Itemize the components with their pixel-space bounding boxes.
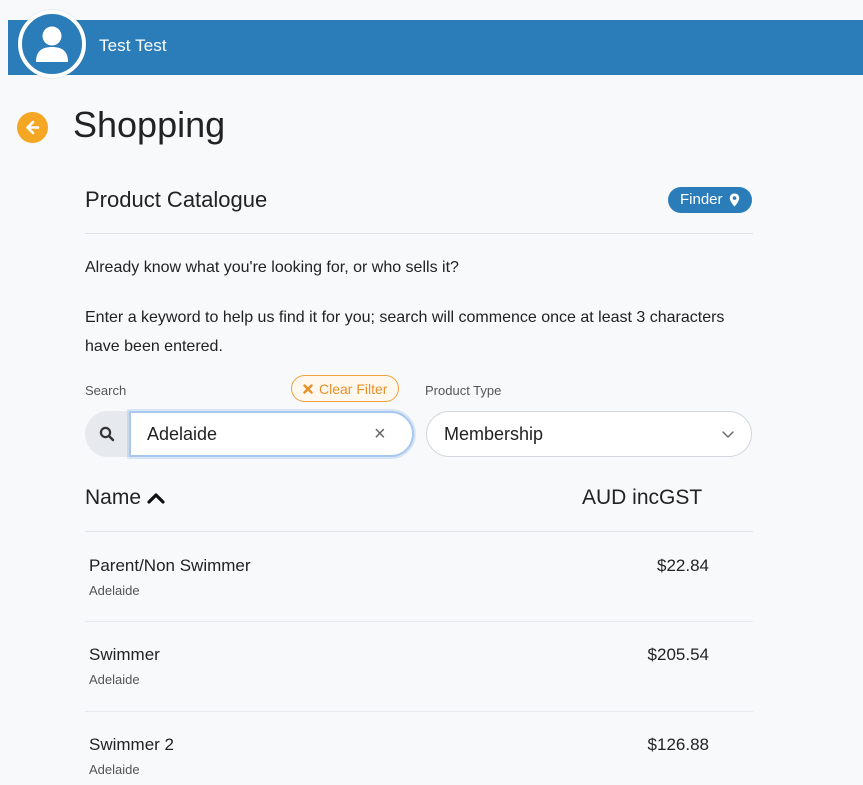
product-type-value: Membership	[444, 424, 544, 444]
product-name: Swimmer 2	[89, 735, 175, 754]
product-price: $205.54	[647, 645, 709, 664]
search-input[interactable]	[129, 411, 414, 457]
product-type-select[interactable]: Membership	[426, 411, 752, 457]
intro-instruction: Enter a keyword to help us find it for y…	[85, 309, 725, 355]
product-location: Adelaide	[89, 583, 140, 598]
price-column-header[interactable]: AUD incGST	[582, 486, 702, 510]
name-column-label: Name	[85, 486, 142, 509]
divider	[85, 233, 753, 234]
top-bar: Test Test	[8, 20, 863, 75]
page: Test Test Shopping Product Catalogue Fin…	[0, 0, 863, 785]
intro-question: Already know what you're looking for, or…	[85, 259, 459, 276]
search-icon	[85, 411, 129, 457]
arrow-left-icon	[26, 120, 40, 135]
section-title: Product Catalogue	[85, 187, 268, 212]
close-icon	[303, 383, 313, 394]
table-row[interactable]: Swimmer Adelaide $205.54	[85, 621, 753, 711]
finder-button[interactable]: Finder	[668, 187, 752, 213]
table-row[interactable]: Parent/Non Swimmer Adelaide $22.84	[85, 532, 753, 622]
product-type-label: Product Type	[425, 383, 502, 398]
sort-ascending-icon	[147, 493, 165, 504]
product-name: Swimmer	[89, 645, 160, 664]
page-title: Shopping	[73, 104, 226, 145]
chevron-down-icon	[722, 431, 734, 438]
avatar-icon[interactable]	[18, 10, 86, 78]
clear-filter-label: Clear Filter	[319, 380, 388, 397]
map-pin-icon	[729, 193, 739, 207]
clear-filter-button[interactable]: Clear Filter	[291, 375, 400, 402]
name-column-header[interactable]: Name	[85, 486, 166, 510]
product-location: Adelaide	[89, 762, 140, 777]
search-label: Search	[85, 383, 127, 398]
table-row[interactable]: Swimmer 2 Adelaide $126.88	[85, 711, 753, 785]
clear-search-icon[interactable]: ×	[374, 422, 386, 446]
finder-label: Finder	[680, 191, 723, 208]
product-price: $22.84	[657, 556, 709, 575]
back-button[interactable]	[17, 112, 48, 143]
product-location: Adelaide	[89, 672, 140, 687]
product-name: Parent/Non Swimmer	[89, 556, 251, 575]
user-name[interactable]: Test Test	[99, 36, 167, 56]
search-group	[85, 411, 414, 457]
product-price: $126.88	[647, 735, 709, 754]
